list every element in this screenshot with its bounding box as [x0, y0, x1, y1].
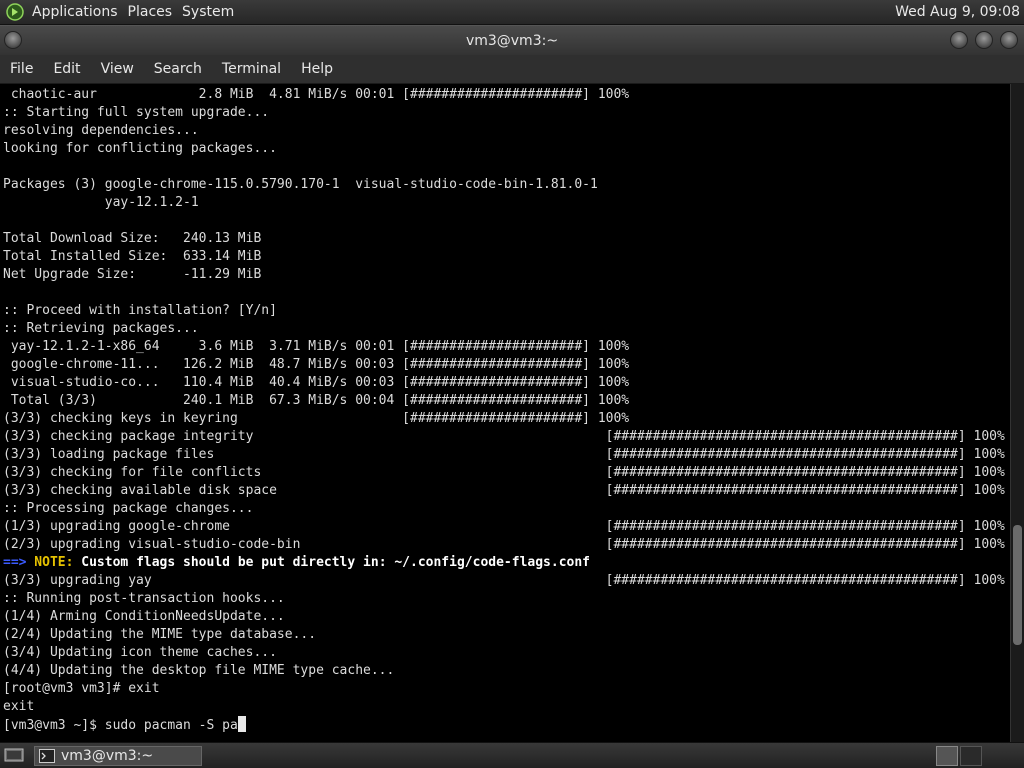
note-text: Custom flags should be put directly in: … — [73, 555, 591, 570]
prompt-text: [vm3@vm3 ~]$ sudo pacman -S pa — [3, 718, 238, 733]
note-arrow: ==> — [3, 555, 27, 570]
terminal-line: (3/4) Updating icon theme caches... — [3, 645, 277, 660]
terminal-line: Net Upgrade Size: -11.29 MiB — [3, 267, 262, 282]
terminal-line: yay-12.1.2-1 — [3, 195, 199, 210]
terminal-line: :: Running post-transaction hooks... — [3, 591, 285, 606]
scrollbar-thumb[interactable] — [1013, 525, 1022, 645]
taskbar-item-label: vm3@vm3:~ — [61, 748, 154, 764]
menu-edit[interactable]: Edit — [43, 55, 90, 84]
terminal-line: Total (3/3) 240.1 MiB 67.3 MiB/s 00:04 [… — [3, 393, 630, 408]
terminal-note-line: ==> NOTE: Custom flags should be put dir… — [3, 554, 1010, 572]
panel-clock[interactable]: Wed Aug 9, 09:08 — [895, 0, 1020, 25]
menubar: File Edit View Search Terminal Help — [0, 55, 1024, 84]
panel-menu-applications[interactable]: Applications — [30, 0, 126, 25]
maximize-button[interactable] — [975, 31, 993, 49]
bottom-taskbar: vm3@vm3:~ — [0, 742, 1024, 768]
terminal-line: (1/3) upgrading google-chrome [#########… — [3, 519, 1005, 534]
terminal-lines: chaotic-aur 2.8 MiB 4.81 MiB/s 00:01 [##… — [0, 84, 1010, 734]
gnome-foot-icon[interactable] — [6, 3, 24, 21]
window-titlebar[interactable]: vm3@vm3:~ — [0, 25, 1024, 55]
text-cursor — [237, 716, 246, 732]
terminal-line: (3/3) checking package integrity [######… — [3, 429, 1005, 444]
terminal-line: google-chrome-11... 126.2 MiB 48.7 MiB/s… — [3, 357, 630, 372]
terminal-line: yay-12.1.2-1-x86_64 3.6 MiB 3.71 MiB/s 0… — [3, 339, 630, 354]
panel-menu-system[interactable]: System — [180, 0, 242, 25]
terminal-scrollbar[interactable] — [1010, 84, 1024, 742]
menu-search[interactable]: Search — [144, 55, 212, 84]
workspace-switcher-2[interactable] — [960, 746, 982, 766]
menu-terminal[interactable]: Terminal — [212, 55, 291, 84]
terminal-prompt-line[interactable]: [vm3@vm3 ~]$ sudo pacman -S pa — [3, 716, 1010, 734]
terminal-line: Packages (3) google-chrome-115.0.5790.17… — [3, 177, 598, 192]
terminal-output[interactable]: chaotic-aur 2.8 MiB 4.81 MiB/s 00:01 [##… — [0, 84, 1010, 742]
terminal-line: (3/3) checking for file conflicts [#####… — [3, 465, 1005, 480]
terminal-line: :: Retrieving packages... — [3, 321, 199, 336]
window-menu-button[interactable] — [4, 31, 22, 49]
minimize-button[interactable] — [950, 31, 968, 49]
terminal-line: (3/3) checking keys in keyring [########… — [3, 411, 630, 426]
terminal-line: Total Download Size: 240.13 MiB — [3, 231, 262, 246]
show-desktop-icon[interactable] — [4, 747, 24, 763]
terminal-line: (3/3) loading package files [###########… — [3, 447, 1005, 462]
terminal-line: (2/4) Updating the MIME type database... — [3, 627, 317, 642]
terminal-icon — [39, 749, 55, 763]
terminal-line: (3/3) upgrading yay [###################… — [3, 573, 1005, 588]
terminal-line: (2/3) upgrading visual-studio-code-bin [… — [3, 537, 1005, 552]
menu-help[interactable]: Help — [291, 55, 343, 84]
terminal-line: Total Installed Size: 633.14 MiB — [3, 249, 262, 264]
top-panel: Applications Places System Wed Aug 9, 09… — [0, 0, 1024, 25]
terminal-line: [root@vm3 vm3]# exit — [3, 681, 160, 696]
menu-view[interactable]: View — [91, 55, 144, 84]
workspace-switcher-1[interactable] — [936, 746, 958, 766]
terminal-line: visual-studio-co... 110.4 MiB 40.4 MiB/s… — [3, 375, 630, 390]
terminal-line: (3/3) checking available disk space [###… — [3, 483, 1005, 498]
window-title: vm3@vm3:~ — [465, 33, 559, 49]
terminal-line: :: Starting full system upgrade... — [3, 105, 270, 120]
terminal-line: resolving dependencies... — [3, 123, 199, 138]
panel-menu-places[interactable]: Places — [126, 0, 181, 25]
terminal-line: chaotic-aur 2.8 MiB 4.81 MiB/s 00:01 [##… — [3, 87, 630, 102]
menu-file[interactable]: File — [0, 55, 43, 84]
terminal-line: exit — [3, 699, 35, 714]
close-button[interactable] — [1000, 31, 1018, 49]
terminal-line: (1/4) Arming ConditionNeedsUpdate... — [3, 609, 285, 624]
terminal-line: :: Proceed with installation? [Y/n] — [3, 303, 277, 318]
note-label: NOTE: — [26, 555, 74, 570]
terminal-line: (4/4) Updating the desktop file MIME typ… — [3, 663, 395, 678]
terminal-line: looking for conflicting packages... — [3, 141, 277, 156]
taskbar-item-terminal[interactable]: vm3@vm3:~ — [34, 746, 202, 766]
terminal-line: :: Processing package changes... — [3, 501, 254, 516]
